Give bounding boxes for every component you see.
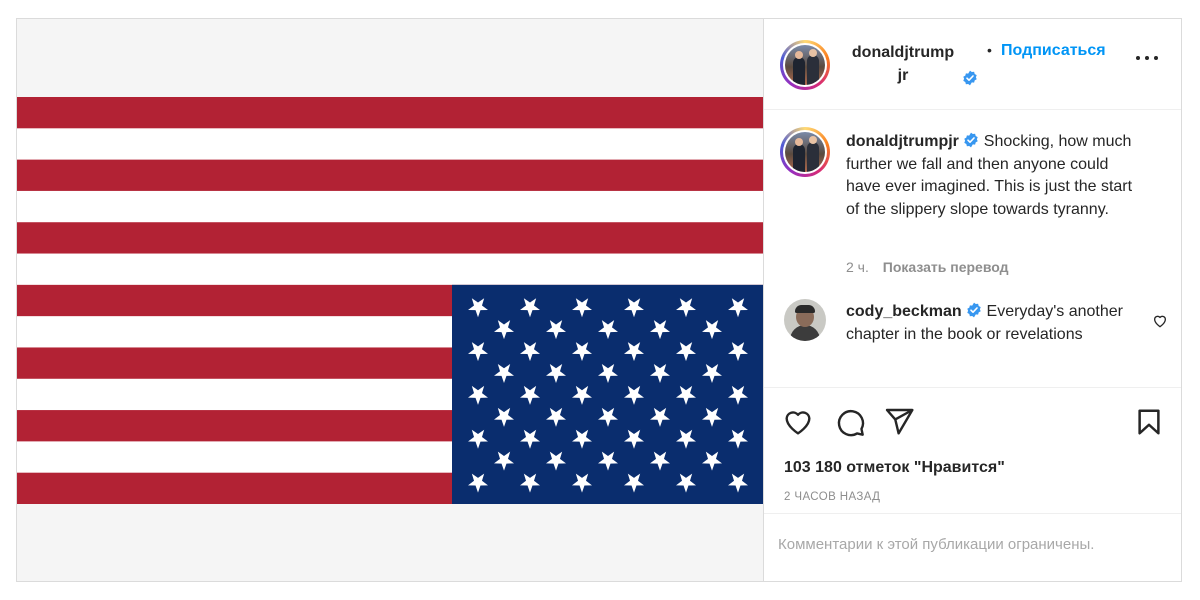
verified-badge-icon	[964, 132, 979, 148]
post-image[interactable]	[17, 19, 764, 581]
heart-small-icon[interactable]	[1152, 313, 1168, 329]
caption-time: 2 ч.	[846, 259, 869, 275]
comments-restricted-notice: Комментарии к этой публикации ограничены…	[778, 536, 1095, 553]
caption-body: donaldjtrumpjr Shocking, how much furthe…	[846, 131, 1146, 221]
caption-meta: 2 ч. Показать перевод	[846, 259, 1009, 275]
post-sidebar: donaldjtrump jr • Подписаться donaldjtru…	[764, 19, 1181, 581]
verified-badge-icon	[967, 302, 981, 318]
author-avatar[interactable]	[780, 40, 830, 90]
upside-down-flag-image	[17, 97, 763, 504]
caption-username[interactable]: donaldjtrumpjr	[846, 133, 959, 150]
likes-count[interactable]: 103 180 отметок "Нравится"	[784, 459, 1005, 477]
comments-footer: Комментарии к этой публикации ограничены…	[764, 513, 1181, 581]
post-header: donaldjtrump jr • Подписаться	[764, 19, 1181, 110]
follow-button[interactable]: Подписаться	[1001, 42, 1106, 60]
comment-body: cody_beckman Everyday's another chapter …	[846, 301, 1136, 346]
bookmark-icon[interactable]	[1134, 406, 1164, 438]
commenter-avatar[interactable]	[784, 299, 826, 341]
comment-icon[interactable]	[834, 406, 866, 438]
instagram-post: donaldjtrump jr • Подписаться donaldjtru…	[16, 18, 1182, 582]
show-translation-button[interactable]: Показать перевод	[883, 259, 1009, 275]
post-timestamp[interactable]: 2 ЧАСОВ НАЗАД	[784, 491, 880, 503]
caption-avatar[interactable]	[780, 127, 830, 177]
heart-icon[interactable]	[782, 406, 814, 438]
share-icon[interactable]	[883, 406, 915, 438]
post-actions: 103 180 отметок "Нравится" 2 ЧАСОВ НАЗАД	[764, 387, 1181, 533]
author-username[interactable]: donaldjtrump jr	[844, 41, 962, 87]
more-options-icon[interactable]	[1134, 53, 1160, 63]
commenter-username[interactable]: cody_beckman	[846, 303, 962, 320]
username-line-2: jr	[897, 67, 909, 84]
separator-dot: •	[987, 42, 992, 58]
username-line-1: donaldjtrump	[851, 44, 955, 61]
verified-badge-icon	[963, 70, 977, 86]
